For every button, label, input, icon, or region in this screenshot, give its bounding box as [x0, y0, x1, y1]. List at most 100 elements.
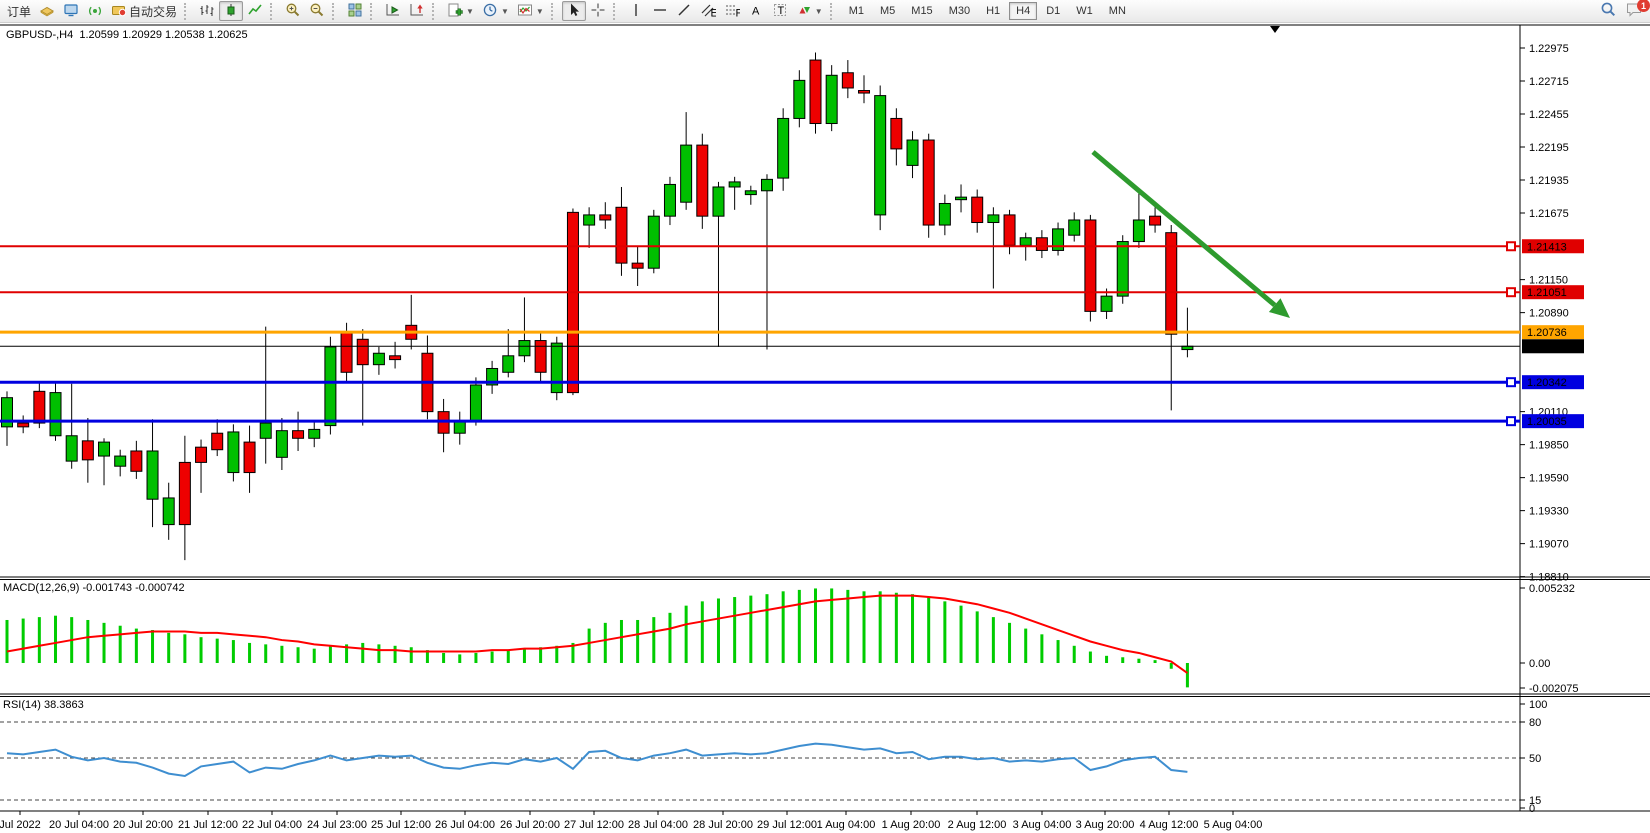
- candle: [82, 441, 93, 460]
- toolbar-grip: [830, 3, 837, 20]
- tab-timeframe-MN[interactable]: MN: [1102, 2, 1133, 20]
- macd-histogram-bar: [1105, 656, 1108, 663]
- toolbar-grip: [613, 3, 620, 20]
- time-tick-label: 5 Aug 04:00: [1204, 819, 1263, 831]
- candle: [1133, 220, 1144, 242]
- candlestick-button[interactable]: [219, 1, 243, 21]
- candle: [600, 215, 611, 220]
- tab-timeframe-M15[interactable]: M15: [904, 2, 939, 20]
- candle: [826, 75, 837, 123]
- tab-timeframe-W1[interactable]: W1: [1069, 2, 1100, 20]
- price-tick-label: 1.19070: [1529, 539, 1569, 551]
- macd-histogram-bar: [782, 591, 785, 663]
- macd-histogram-bar: [1154, 660, 1157, 663]
- macd-histogram-bar: [119, 626, 122, 663]
- tab-timeframe-D1[interactable]: D1: [1039, 2, 1067, 20]
- periods-icon: [482, 2, 498, 21]
- time-tick-label: 26 Jul 20:00: [500, 819, 560, 831]
- macd-histogram-bar: [361, 643, 364, 663]
- channel-button[interactable]: E: [696, 1, 720, 21]
- tab-timeframe-H1[interactable]: H1: [979, 2, 1007, 20]
- candle: [1020, 238, 1031, 246]
- macd-values: -0.001743 -0.000742: [82, 582, 184, 594]
- market-watch-button[interactable]: [59, 1, 83, 21]
- fibonacci-button[interactable]: F: [720, 1, 744, 21]
- cursor-icon: [566, 2, 582, 21]
- candle: [810, 60, 821, 123]
- text-button[interactable]: A: [744, 1, 768, 21]
- candle: [1150, 216, 1161, 225]
- macd-histogram-bar: [1170, 663, 1173, 669]
- chat-button[interactable]: 1: [1621, 1, 1647, 21]
- candle: [196, 447, 207, 462]
- macd-histogram-bar: [863, 591, 866, 663]
- candle: [341, 333, 352, 372]
- macd-histogram-bar: [1057, 640, 1060, 663]
- chart-shift-button[interactable]: [405, 1, 429, 21]
- cursor-button[interactable]: [562, 1, 586, 21]
- chevron-down-icon: ▼: [466, 7, 474, 16]
- crosshair-button[interactable]: [586, 1, 610, 21]
- text-label-button[interactable]: T: [768, 1, 792, 21]
- bar-chart-button[interactable]: [195, 1, 219, 21]
- candle: [713, 187, 724, 216]
- macd-histogram-bar: [183, 634, 186, 663]
- candle: [972, 197, 983, 222]
- macd-histogram-bar: [668, 613, 671, 663]
- candle: [1004, 215, 1015, 245]
- macd-histogram-bar: [491, 652, 494, 663]
- horizontal-line-button[interactable]: [648, 1, 672, 21]
- chart-stack-button[interactable]: [35, 1, 59, 21]
- channel-icon: E: [700, 2, 716, 21]
- zoom-in-button[interactable]: [281, 1, 305, 21]
- trendline-button[interactable]: [672, 1, 696, 21]
- candle: [794, 80, 805, 118]
- tab-timeframe-H4[interactable]: H4: [1009, 2, 1037, 20]
- macd-histogram-bar: [232, 640, 235, 663]
- chevron-down-icon: ▼: [501, 7, 509, 16]
- macd-histogram-bar: [992, 617, 995, 663]
- autotrade-button[interactable]: 自动交易: [107, 1, 181, 21]
- macd-histogram-bar: [200, 637, 203, 663]
- macd-histogram-bar: [749, 596, 752, 663]
- zoom-out-button[interactable]: [305, 1, 329, 21]
- candle: [147, 451, 158, 499]
- candle: [163, 498, 174, 525]
- candle: [179, 462, 190, 524]
- chevron-down-icon: ▼: [815, 7, 823, 16]
- ea-signal-button[interactable]: [83, 1, 107, 21]
- price-tick-label: 1.18810: [1529, 572, 1569, 584]
- auto-scroll-button[interactable]: [381, 1, 405, 21]
- macd-histogram-bar: [588, 629, 591, 663]
- candle: [681, 145, 692, 202]
- tab-timeframe-M5[interactable]: M5: [873, 2, 902, 20]
- macd-histogram-bar: [1186, 663, 1189, 687]
- search-button[interactable]: [1596, 1, 1621, 21]
- candle: [260, 423, 271, 438]
- line-anchor-marker: [1507, 417, 1515, 425]
- line-chart-button[interactable]: [243, 1, 267, 21]
- vertical-line-icon: [628, 2, 644, 21]
- candle: [551, 343, 562, 393]
- price-tick-label: 1.19330: [1529, 506, 1569, 518]
- periods-button[interactable]: ▼: [478, 1, 513, 21]
- toolbar-grip: [370, 3, 377, 20]
- new-order-button[interactable]: 订单: [3, 1, 35, 21]
- time-tick-label: 2 Aug 12:00: [948, 819, 1007, 831]
- chart-area[interactable]: 1.229751.227151.224551.221951.219351.216…: [0, 0, 1650, 833]
- chart-shift-marker: [1270, 26, 1280, 33]
- indicators-button[interactable]: ▼: [513, 1, 548, 21]
- candle: [939, 203, 950, 225]
- candle: [470, 385, 481, 421]
- crosshair-icon: [590, 2, 606, 21]
- tab-timeframe-M30[interactable]: M30: [942, 2, 977, 20]
- new-chart-button[interactable]: ▼: [443, 1, 478, 21]
- macd-histogram-bar: [1024, 629, 1027, 663]
- line-chart-icon: [247, 2, 263, 21]
- vertical-line-button[interactable]: [624, 1, 648, 21]
- shapes-button[interactable]: ▼: [792, 1, 827, 21]
- tile-windows-button[interactable]: [343, 1, 367, 21]
- tab-timeframe-M1[interactable]: M1: [842, 2, 871, 20]
- candle: [616, 207, 627, 263]
- time-tick-label: 26 Jul 04:00: [435, 819, 495, 831]
